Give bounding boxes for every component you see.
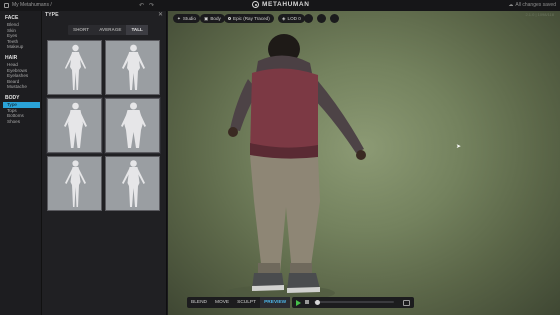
height-segmented-control: SHORT AVERAGE TALL: [68, 25, 148, 35]
mode-switcher: BLEND MOVE SCULPT PREVIEW: [187, 297, 291, 308]
metahuman-logo-icon: [252, 1, 259, 8]
nav-group-body: BODY Type Tops Bottoms Shoes: [0, 95, 41, 124]
body-type-thumbnail[interactable]: [47, 40, 102, 95]
app-brand: METAHUMAN: [252, 1, 310, 8]
save-status-label: All changes saved: [515, 2, 556, 8]
character-model: [225, 34, 366, 301]
mode-sculpt[interactable]: SCULPT: [233, 297, 260, 308]
animation-menu-icon[interactable]: [403, 299, 410, 306]
mode-preview[interactable]: PREVIEW: [260, 297, 291, 308]
body-type-thumbnail[interactable]: [104, 97, 161, 154]
segment-average[interactable]: AVERAGE: [94, 25, 126, 35]
save-status: ☁ All changes saved: [508, 2, 556, 8]
body-type-grid: [46, 40, 161, 211]
body-figure-icon: [121, 102, 146, 148]
body-figure-icon: [64, 102, 87, 148]
body-type-panel: TYPE ✕ SHORT AVERAGE TALL: [42, 11, 167, 315]
breadcrumb[interactable]: My Metahumans /: [4, 2, 52, 8]
nav-group-face: FACE Blend Skin Eyes Teeth Makeup: [0, 15, 41, 50]
brand-label: METAHUMAN: [262, 1, 310, 8]
body-type-thumbnail[interactable]: [105, 40, 160, 95]
close-icon[interactable]: ✕: [158, 11, 163, 18]
body-type-thumbnail[interactable]: [105, 156, 160, 211]
timeline-handle[interactable]: [315, 299, 320, 305]
sidebar-item-mustache[interactable]: Mustache: [5, 84, 41, 90]
body-figure-icon: [122, 160, 145, 207]
stop-icon[interactable]: [305, 300, 309, 304]
top-bar: My Metahumans / ↶ ↷ METAHUMAN ☁ All chan…: [0, 0, 560, 11]
body-type-thumbnail[interactable]: [46, 97, 103, 154]
sidebar-item-shoes[interactable]: Shoes: [5, 119, 41, 125]
breadcrumb-label: My Metahumans /: [12, 2, 52, 8]
play-icon[interactable]: [296, 300, 301, 306]
nav-group-hair: HAIR Head Eyebrows Eyelashes Beard Musta…: [0, 55, 41, 90]
mode-blend[interactable]: BLEND: [187, 297, 211, 308]
nav-group-title: BODY: [5, 94, 20, 101]
home-icon: [4, 2, 9, 8]
nav-group-title: HAIR: [5, 54, 18, 61]
undo-icon[interactable]: ↶: [139, 2, 144, 9]
body-type-thumbnail[interactable]: [47, 156, 102, 211]
body-figure-icon: [65, 160, 86, 207]
body-figure-icon: [65, 44, 86, 90]
3d-viewport[interactable]: ✦ Studio ▣ Body Epic (Ray Traced) ◈ LOD …: [168, 11, 560, 315]
redo-icon[interactable]: ↷: [149, 2, 154, 9]
animation-player: [292, 297, 414, 308]
sidebar-item-makeup[interactable]: Makeup: [5, 44, 41, 50]
nav-group-title: FACE: [5, 15, 19, 21]
mouse-cursor-icon: ➤: [456, 144, 462, 150]
mode-move[interactable]: MOVE: [211, 297, 233, 308]
timeline-scrubber[interactable]: [314, 301, 394, 303]
cloud-check-icon: ☁: [508, 2, 514, 8]
panel-title: TYPE: [45, 12, 59, 18]
segment-short[interactable]: SHORT: [68, 25, 94, 35]
segment-tall[interactable]: TALL: [126, 25, 148, 35]
category-sidebar: FACE Blend Skin Eyes Teeth Makeup HAIR H…: [0, 11, 42, 315]
body-figure-icon: [122, 44, 145, 90]
